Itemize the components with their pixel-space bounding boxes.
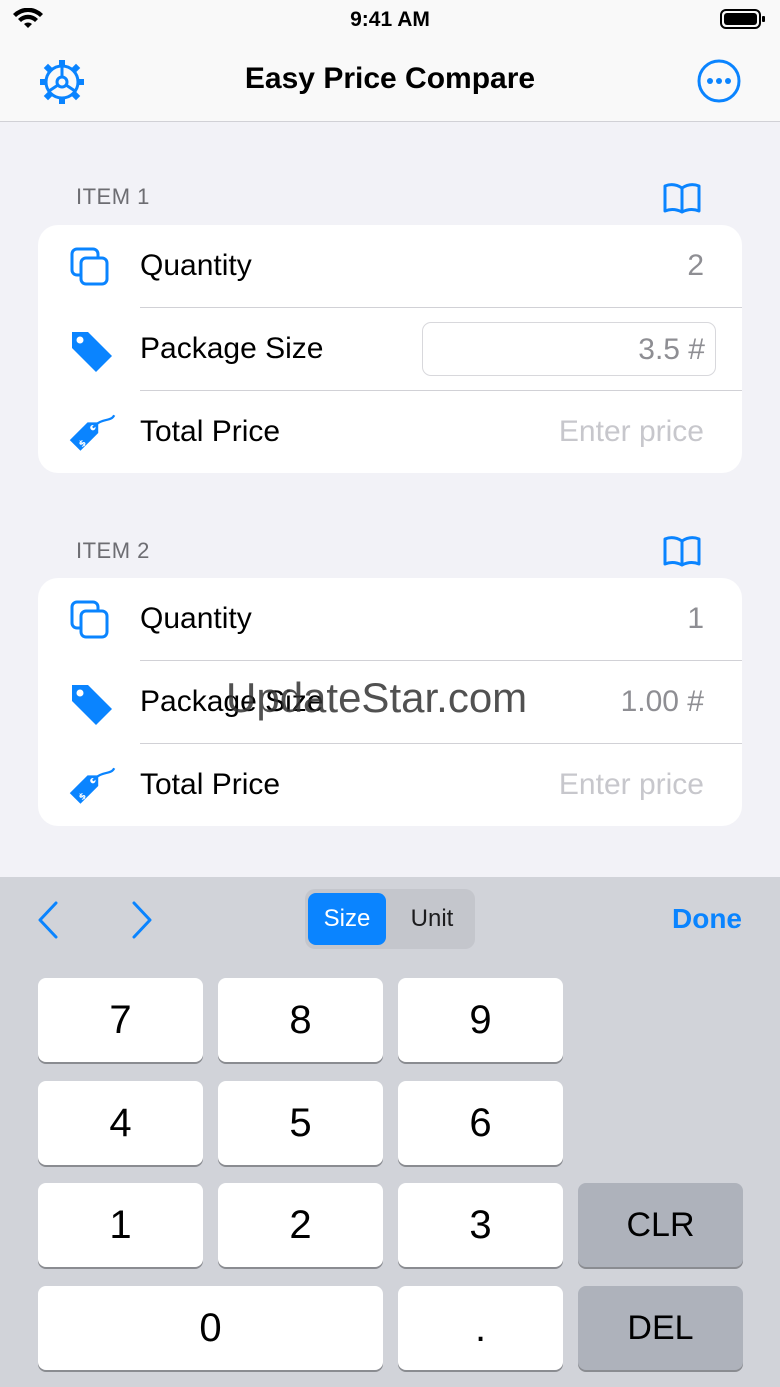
package-size-label: Package Size — [140, 332, 324, 365]
status-bar: 9:41 AM — [0, 0, 780, 40]
item-1-package-size-row[interactable]: Package Size 3.5 # — [38, 308, 742, 391]
key-1[interactable]: 1 — [38, 1183, 203, 1267]
clear-key[interactable]: CLR — [578, 1183, 743, 1267]
numeric-keyboard: Size Unit Done 7 8 9 4 5 6 1 2 3 CLR 0 .… — [0, 877, 780, 1387]
key-0[interactable]: 0 — [38, 1286, 383, 1370]
item-1-header: ITEM 1 — [76, 184, 150, 209]
item-1-quantity-row[interactable]: Quantity 2 — [38, 225, 742, 308]
item-2-total-price-row[interactable]: $ Total Price Enter price — [38, 744, 742, 827]
item-1-total-price-row[interactable]: $ Total Price Enter price — [38, 391, 742, 474]
copy-icon — [70, 600, 109, 639]
tag-icon — [72, 685, 112, 725]
chevron-right-icon[interactable] — [122, 897, 162, 943]
decimal-key[interactable]: . — [398, 1286, 563, 1370]
delete-key[interactable]: DEL — [578, 1286, 743, 1370]
size-unit-segmented-control: Size Unit — [305, 889, 475, 949]
item-1-card: Quantity 2 Package Size 3.5 # $ Total Pr… — [38, 225, 742, 473]
done-button[interactable]: Done — [672, 903, 742, 935]
book-icon[interactable] — [662, 535, 702, 567]
total-price-input[interactable]: Enter price — [559, 415, 704, 449]
package-size-value: 1.00 # — [620, 685, 704, 718]
copy-icon — [70, 247, 109, 286]
battery-icon — [720, 9, 765, 29]
status-time: 9:41 AM — [350, 8, 430, 31]
total-price-input[interactable]: Enter price — [559, 768, 704, 802]
key-3[interactable]: 3 — [398, 1183, 563, 1267]
tag-icon — [72, 332, 112, 372]
quantity-value: 2 — [687, 249, 704, 282]
quantity-value: 1 — [687, 602, 704, 635]
quantity-label: Quantity — [140, 249, 252, 282]
key-2[interactable]: 2 — [218, 1183, 383, 1267]
price-tag-icon: $ — [69, 414, 116, 451]
total-price-label: Total Price — [140, 768, 281, 801]
quantity-label: Quantity — [140, 602, 252, 635]
navigation-bar: Easy Price Compare — [0, 40, 780, 122]
item-2-quantity-row[interactable]: Quantity 1 — [38, 578, 742, 661]
chevron-left-icon[interactable] — [28, 897, 68, 943]
key-6[interactable]: 6 — [398, 1081, 563, 1165]
segment-unit[interactable]: Unit — [393, 893, 471, 945]
watermark: UpdateStar.com — [226, 674, 528, 721]
total-price-label: Total Price — [140, 415, 281, 448]
page-title: Easy Price Compare — [244, 62, 536, 95]
price-tag-icon: $ — [69, 767, 116, 804]
key-8[interactable]: 8 — [218, 978, 383, 1062]
item-2-header: ITEM 2 — [76, 538, 150, 563]
key-9[interactable]: 9 — [398, 978, 563, 1062]
ellipsis-circle-icon[interactable] — [696, 58, 742, 104]
book-icon[interactable] — [662, 182, 702, 214]
key-7[interactable]: 7 — [38, 978, 203, 1062]
package-size-value: 3.5 # — [638, 333, 705, 366]
key-4[interactable]: 4 — [38, 1081, 203, 1165]
segment-size[interactable]: Size — [308, 893, 386, 945]
key-5[interactable]: 5 — [218, 1081, 383, 1165]
package-size-field[interactable]: 3.5 # — [422, 322, 716, 376]
